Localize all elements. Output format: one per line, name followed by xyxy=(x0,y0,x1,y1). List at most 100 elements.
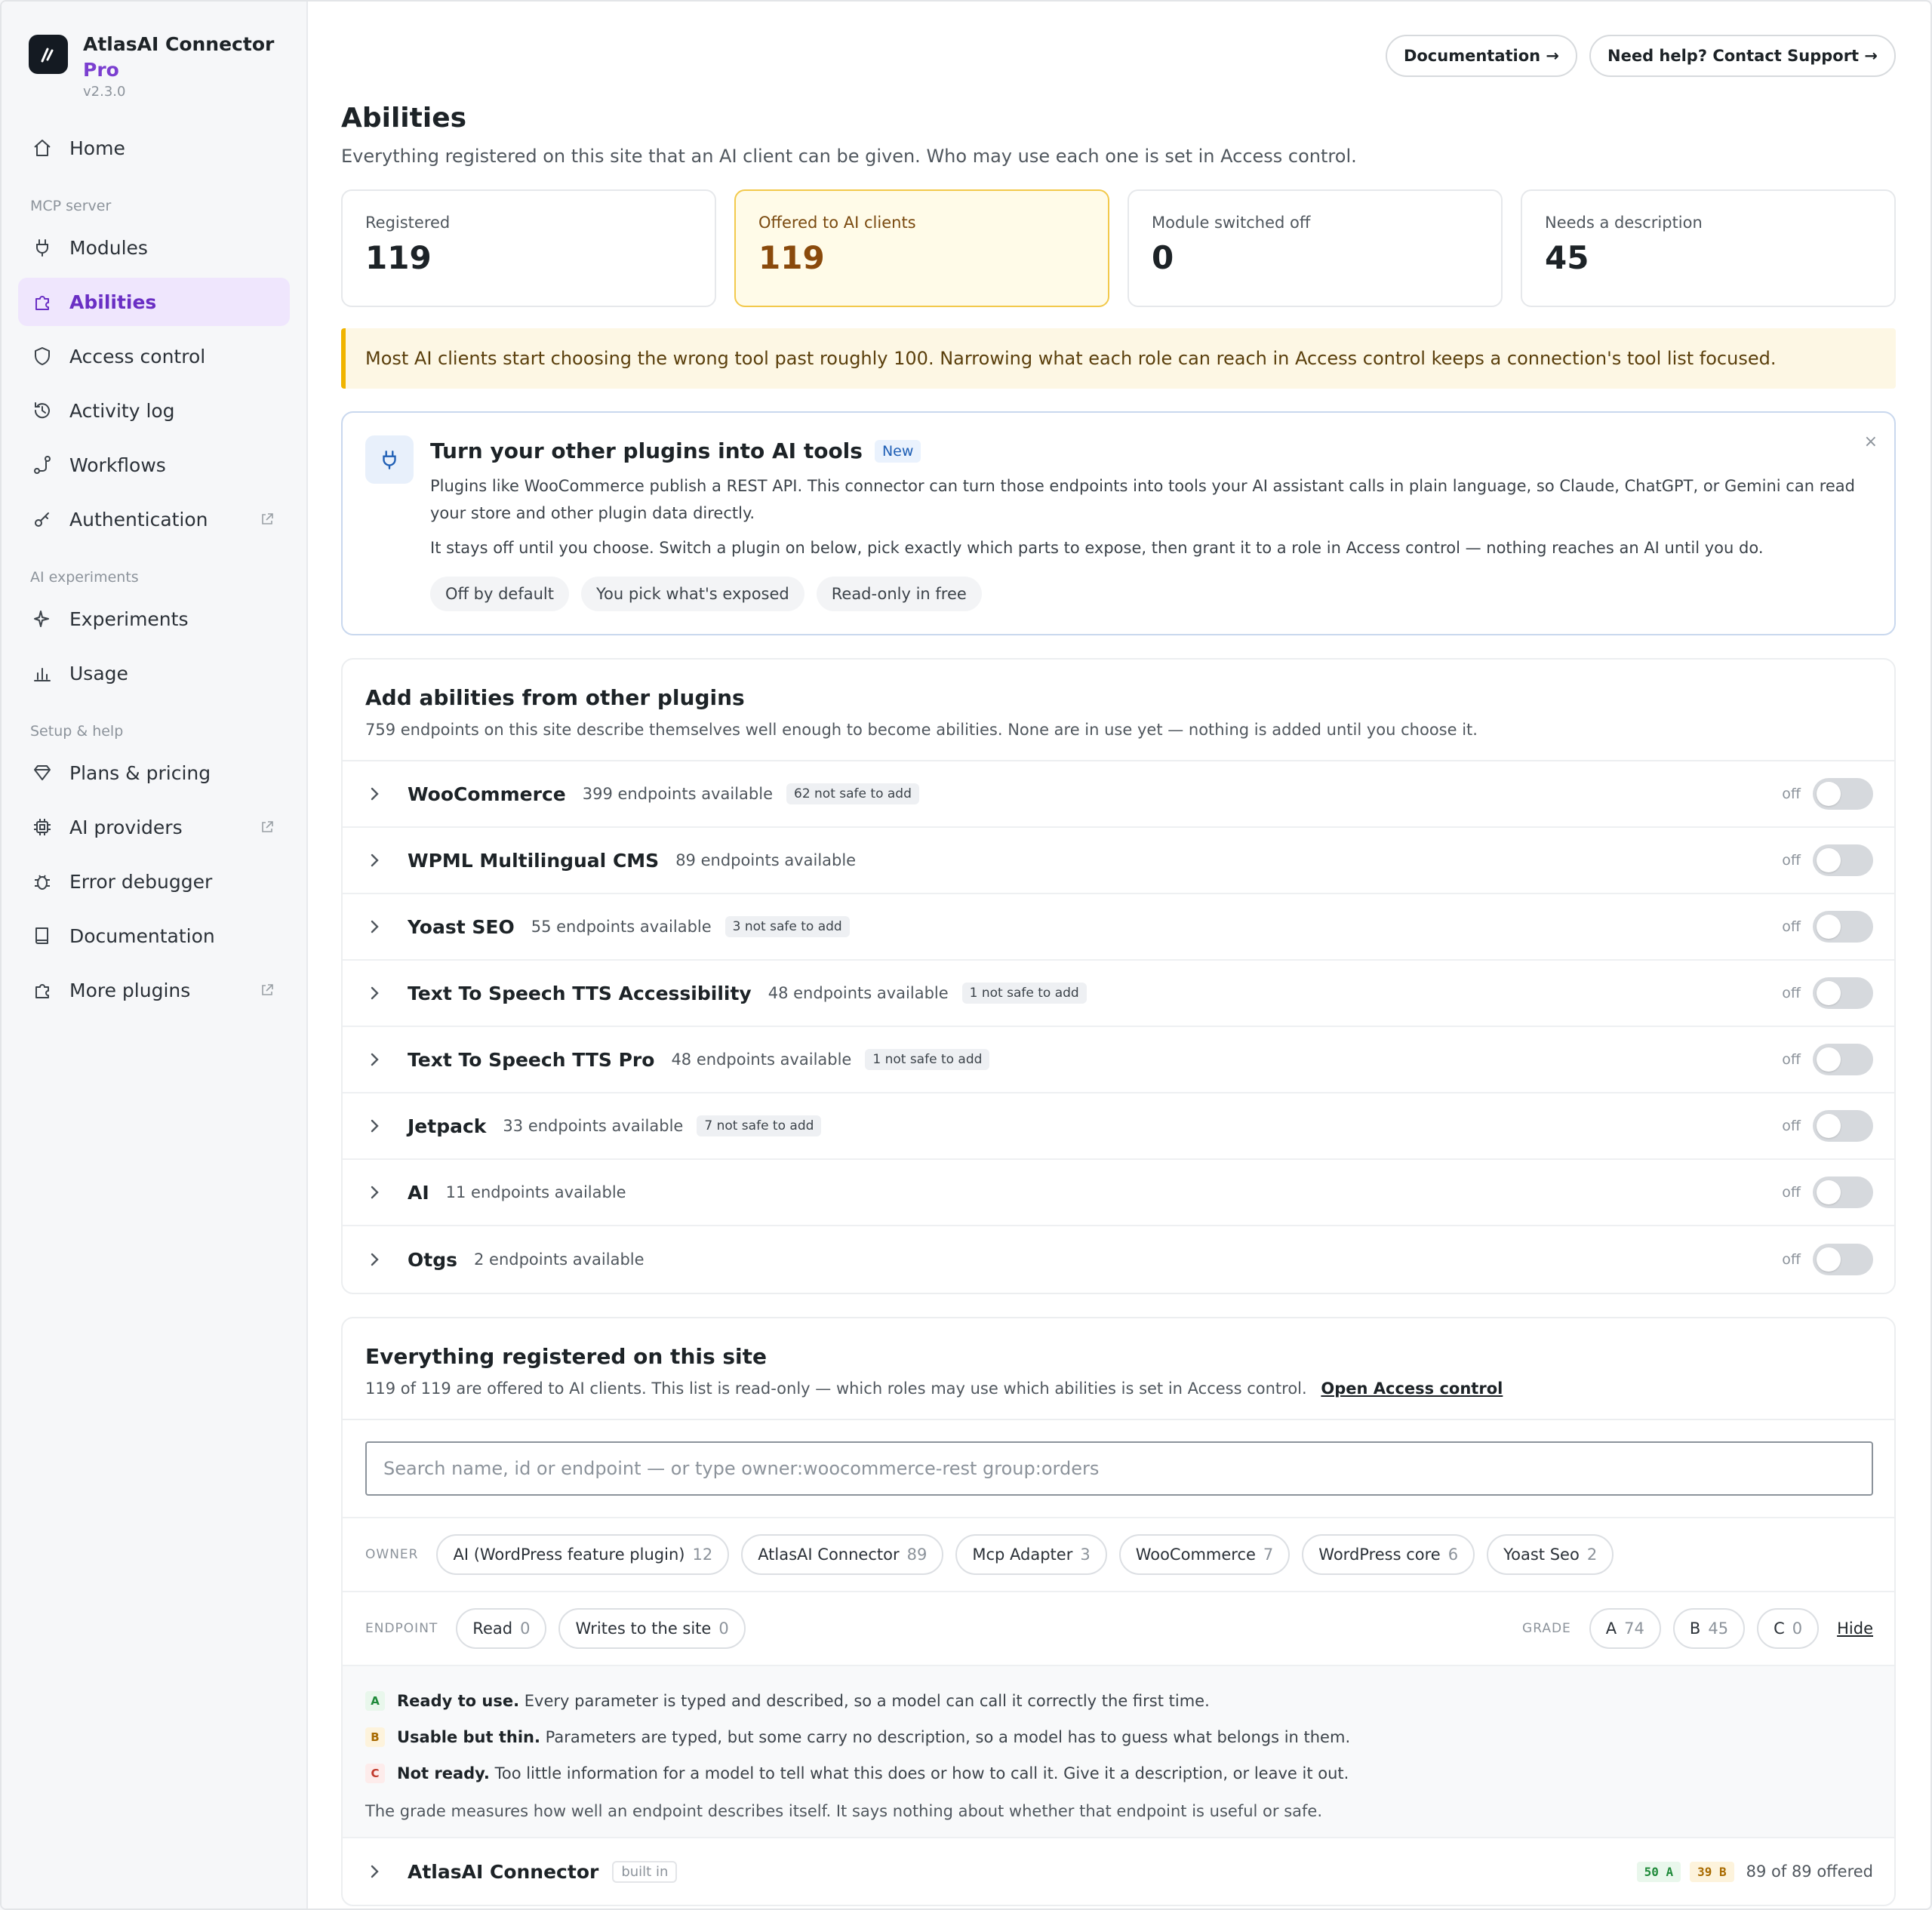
toggle-state-label: off xyxy=(1782,852,1801,869)
chevron-right-icon xyxy=(371,1119,379,1133)
book-icon xyxy=(32,925,53,946)
filter-chip-owner[interactable]: AI (WordPress feature plugin) 12 xyxy=(436,1534,730,1575)
filter-chip-owner[interactable]: Mcp Adapter 3 xyxy=(955,1534,1107,1575)
workflow-icon xyxy=(32,454,53,475)
plugin-row[interactable]: WooCommerce 399 endpoints available 62 not… xyxy=(343,761,1894,828)
sidebar-item-label: More plugins xyxy=(69,979,191,1001)
built-in-badge: built in xyxy=(612,1860,678,1883)
plugin-name: Text To Speech TTS Accessibility xyxy=(408,982,752,1004)
plugin-row[interactable]: WPML Multilingual CMS 89 endpoints availa… xyxy=(343,828,1894,894)
plugins-card-header: Add abilities from other plugins 759 end… xyxy=(343,660,1894,761)
legend-bold: Usable but thin. xyxy=(397,1728,540,1746)
search-input[interactable] xyxy=(365,1441,1873,1496)
legend-desc: Too little information for a model to te… xyxy=(494,1764,1349,1782)
main-content: Documentation → Need help? Contact Suppo… xyxy=(308,2,1930,1908)
sidebar-item-label: Access control xyxy=(69,345,206,368)
close-icon[interactable]: × xyxy=(1864,432,1878,451)
filter-chip-grade-a[interactable]: A 74 xyxy=(1589,1608,1661,1649)
chevron-right-icon xyxy=(371,920,379,933)
chip-count: 12 xyxy=(692,1546,713,1564)
sidebar-item-plans[interactable]: Plans & pricing xyxy=(18,749,290,797)
sidebar-item-documentation[interactable]: Documentation xyxy=(18,912,290,960)
sidebar-item-workflows[interactable]: Workflows xyxy=(18,441,290,489)
page-subtitle: Everything registered on this site that … xyxy=(341,146,1357,167)
plugin-toggle[interactable] xyxy=(1813,778,1873,810)
plugin-toggle[interactable] xyxy=(1813,1176,1873,1208)
sidebar-item-access-control[interactable]: Access control xyxy=(18,332,290,380)
group-summary: 50 A 39 B 89 of 89 offered xyxy=(1636,1861,1873,1882)
plugin-toggle[interactable] xyxy=(1813,1244,1873,1275)
sidebar-item-usage[interactable]: Usage xyxy=(18,649,290,697)
tool-limit-warning: Most AI clients start choosing the wrong… xyxy=(341,328,1896,389)
sidebar-item-more-plugins[interactable]: More plugins xyxy=(18,966,290,1014)
chip-label: AI (WordPress feature plugin) xyxy=(453,1546,685,1564)
owner-filter-row: OWNER AI (WordPress feature plugin) 12 Atl… xyxy=(343,1518,1894,1592)
brand: AtlasAI Connector Pro v2.3.0 xyxy=(18,29,290,124)
stat-label: Registered xyxy=(365,214,451,232)
plugin-toggle[interactable] xyxy=(1813,911,1873,943)
card-title: Everything registered on this site xyxy=(365,1344,768,1369)
promo-tag: Off by default xyxy=(430,577,569,611)
sidebar-item-ai-providers[interactable]: AI providers xyxy=(18,803,290,851)
stat-label: Module switched off xyxy=(1152,214,1311,232)
sidebar-item-modules[interactable]: Modules xyxy=(18,223,290,272)
stat-switched-off: Module switched off 0 xyxy=(1128,189,1503,307)
chip-label: Mcp Adapter xyxy=(972,1546,1073,1564)
filter-chip-owner[interactable]: AtlasAI Connector 89 xyxy=(741,1534,944,1575)
plugins-card: Add abilities from other plugins 759 end… xyxy=(341,658,1896,1294)
plugin-row[interactable]: AI 11 endpoints available off xyxy=(343,1160,1894,1226)
page-title: Abilities xyxy=(341,103,467,134)
plugin-list: WooCommerce 399 endpoints available 62 not… xyxy=(343,761,1894,1293)
toggle-state-label: off xyxy=(1782,1184,1801,1201)
puzzle-icon xyxy=(32,980,53,1001)
plugin-row[interactable]: Jetpack 33 endpoints available 7 not safe … xyxy=(343,1093,1894,1160)
hide-legend-link[interactable]: Hide xyxy=(1837,1619,1873,1638)
nav-group-ai: AI experiments xyxy=(30,569,139,586)
filter-chip-read[interactable]: Read 0 xyxy=(456,1608,547,1649)
documentation-button[interactable]: Documentation → xyxy=(1385,35,1578,77)
card-title: Add abilities from other plugins xyxy=(365,685,745,710)
bug-icon xyxy=(32,871,53,892)
legend-text: Usable but thin. Parameters are typed, b… xyxy=(397,1728,1350,1746)
shield-icon xyxy=(32,346,53,367)
plugin-toggle[interactable] xyxy=(1813,977,1873,1009)
ability-group-row[interactable]: AtlasAI Connector built in 50 A 39 B 89 … xyxy=(343,1838,1894,1905)
stat-offered: Offered to AI clients 119 xyxy=(734,189,1109,307)
plugin-row[interactable]: Yoast SEO 55 endpoints available 3 not saf… xyxy=(343,894,1894,961)
not-safe-badge: 7 not safe to add xyxy=(697,1115,822,1136)
stat-value: 119 xyxy=(365,239,432,276)
stat-registered: Registered 119 xyxy=(341,189,716,307)
filter-chip-owner[interactable]: Yoast Seo 2 xyxy=(1487,1534,1614,1575)
plugin-row[interactable]: Text To Speech TTS Accessibility 48 endpo… xyxy=(343,961,1894,1027)
sidebar-item-experiments[interactable]: Experiments xyxy=(18,595,290,643)
plugin-name: Yoast SEO xyxy=(408,915,515,938)
filter-chip-grade-c[interactable]: C0 xyxy=(1757,1608,1820,1649)
promo-tag: Read-only in free xyxy=(816,577,982,611)
open-access-control-link[interactable]: Open Access control xyxy=(1321,1379,1503,1398)
sidebar-item-home[interactable]: Home xyxy=(18,124,290,172)
sidebar-item-activity-log[interactable]: Activity log xyxy=(18,386,290,435)
filter-chip-owner[interactable]: WooCommerce 7 xyxy=(1118,1534,1291,1575)
plugin-endpoint-count: 399 endpoints available xyxy=(582,785,773,803)
plugin-endpoint-count: 48 endpoints available xyxy=(671,1050,852,1069)
card-subtitle: 119 of 119 are offered to AI clients. Th… xyxy=(365,1379,1872,1398)
sidebar-item-error-debugger[interactable]: Error debugger xyxy=(18,857,290,906)
diamond-icon xyxy=(32,762,53,783)
plugin-row[interactable]: Text To Speech TTS Pro 48 endpoints avail… xyxy=(343,1027,1894,1093)
plugin-toggle[interactable] xyxy=(1813,1044,1873,1075)
contact-support-button[interactable]: Need help? Contact Support → xyxy=(1589,35,1896,77)
sidebar-item-authentication[interactable]: Authentication xyxy=(18,495,290,543)
plugin-toggle[interactable] xyxy=(1813,1110,1873,1142)
brand-version: v2.3.0 xyxy=(83,84,126,100)
grade-label: GRADE xyxy=(1522,1621,1571,1636)
filter-chip-owner[interactable]: WordPress core 6 xyxy=(1302,1534,1475,1575)
brand-logo xyxy=(29,35,68,74)
sidebar-item-abilities[interactable]: Abilities xyxy=(18,278,290,326)
legend-bold: Not ready. xyxy=(397,1764,490,1782)
filter-chip-writes[interactable]: Writes to the site 0 xyxy=(558,1608,746,1649)
promo-title-text: Turn your other plugins into AI tools xyxy=(430,438,863,463)
plugin-row[interactable]: Otgs 2 endpoints available off xyxy=(343,1226,1894,1293)
chevron-right-icon xyxy=(371,787,379,801)
plugin-toggle[interactable] xyxy=(1813,844,1873,876)
filter-chip-grade-b[interactable]: B 45 xyxy=(1672,1608,1746,1649)
